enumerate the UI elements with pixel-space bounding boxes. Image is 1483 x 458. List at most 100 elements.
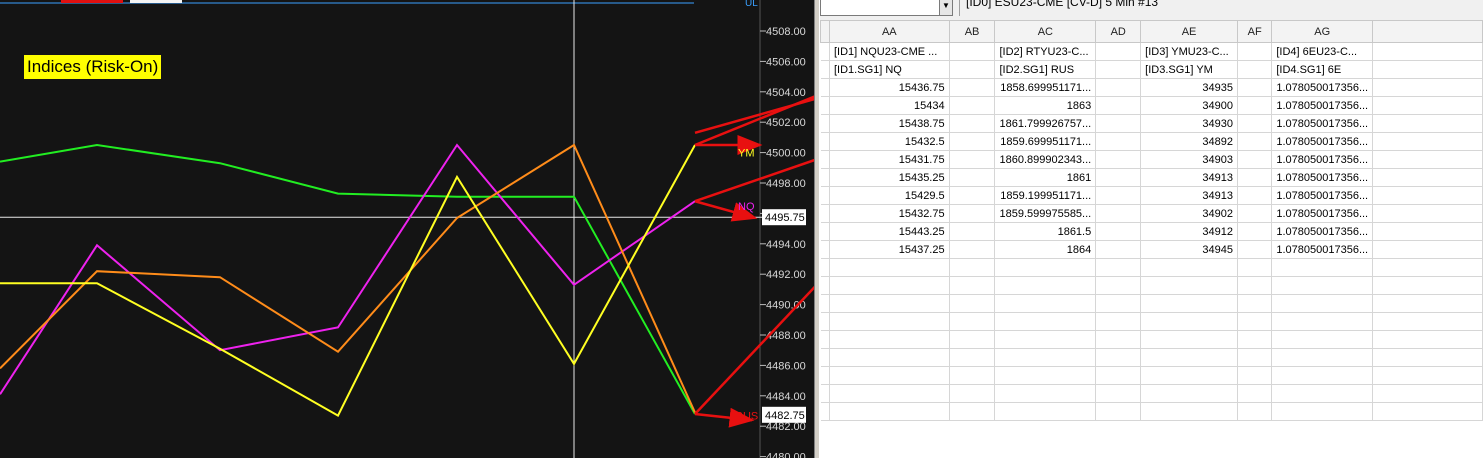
table-cell[interactable] — [1236, 42, 1273, 61]
formula-text[interactable]: [ID0] ESU23-CME [CV-D] 5 Min #13 — [966, 0, 1158, 8]
table-cell[interactable] — [1236, 204, 1273, 223]
table-cell[interactable] — [1095, 168, 1142, 187]
table-cell[interactable]: 1.078050017356... — [1271, 78, 1374, 97]
table-cell[interactable] — [829, 384, 950, 403]
table-cell[interactable]: 34945 — [1140, 240, 1238, 259]
table-cell[interactable] — [1372, 150, 1483, 169]
table-cell[interactable]: [ID3] YMU23-C... — [1140, 42, 1238, 61]
column-header-ac[interactable]: AC — [994, 20, 1097, 43]
table-cell[interactable] — [829, 258, 950, 277]
table-cell[interactable] — [829, 294, 950, 313]
table-cell[interactable] — [1236, 366, 1273, 385]
column-header-ae[interactable]: AE — [1140, 20, 1238, 43]
table-cell[interactable] — [1236, 114, 1273, 133]
column-header-ab[interactable]: AB — [948, 20, 996, 43]
table-cell[interactable] — [1095, 384, 1142, 403]
table-cell[interactable]: 1.078050017356... — [1271, 186, 1374, 205]
table-cell[interactable] — [1095, 276, 1142, 295]
table-cell[interactable] — [1095, 348, 1142, 367]
table-cell[interactable]: [ID4.SG1] 6E — [1271, 60, 1374, 79]
table-cell[interactable] — [994, 348, 1097, 367]
table-cell[interactable] — [1271, 384, 1374, 403]
table-cell[interactable]: [ID1] NQU23-CME ... — [829, 42, 950, 61]
table-cell[interactable] — [829, 366, 950, 385]
table-cell[interactable]: 34892 — [1140, 132, 1238, 151]
table-cell[interactable] — [948, 78, 996, 97]
table-cell[interactable] — [1372, 402, 1483, 421]
table-cell[interactable]: 34913 — [1140, 168, 1238, 187]
table-cell[interactable] — [1140, 312, 1238, 331]
table-cell[interactable] — [1372, 348, 1483, 367]
table-cell[interactable] — [948, 168, 996, 187]
table-cell[interactable] — [1372, 222, 1483, 241]
table-cell[interactable] — [1095, 402, 1142, 421]
table-cell[interactable] — [829, 402, 950, 421]
table-cell[interactable] — [1372, 132, 1483, 151]
table-cell[interactable] — [1095, 240, 1142, 259]
table-cell[interactable] — [994, 330, 1097, 349]
table-cell[interactable]: 15431.75 — [829, 150, 950, 169]
table-cell[interactable] — [1271, 258, 1374, 277]
table-cell[interactable] — [1236, 294, 1273, 313]
table-cell[interactable] — [948, 312, 996, 331]
table-cell[interactable] — [1095, 204, 1142, 223]
table-cell[interactable] — [1140, 402, 1238, 421]
table-cell[interactable] — [994, 366, 1097, 385]
table-cell[interactable] — [948, 186, 996, 205]
table-cell[interactable] — [1236, 168, 1273, 187]
table-cell[interactable] — [1236, 150, 1273, 169]
table-cell[interactable] — [829, 312, 950, 331]
table-cell[interactable] — [994, 384, 1097, 403]
table-cell[interactable]: 1861.799926757... — [994, 114, 1097, 133]
table-cell[interactable] — [1236, 186, 1273, 205]
table-cell[interactable] — [948, 222, 996, 241]
chevron-down-icon[interactable]: ▼ — [939, 0, 953, 16]
table-cell[interactable] — [1372, 60, 1483, 79]
cell-name-box[interactable] — [820, 0, 953, 16]
table-cell[interactable] — [1271, 348, 1374, 367]
table-cell[interactable] — [948, 150, 996, 169]
table-cell[interactable]: [ID2] RTYU23-C... — [994, 42, 1097, 61]
table-cell[interactable] — [948, 402, 996, 421]
table-cell[interactable] — [1372, 366, 1483, 385]
table-cell[interactable]: 15437.25 — [829, 240, 950, 259]
table-cell[interactable] — [1372, 384, 1483, 403]
column-header-aa[interactable]: AA — [829, 20, 950, 43]
table-cell[interactable] — [1236, 402, 1273, 421]
table-cell[interactable] — [1095, 78, 1142, 97]
table-cell[interactable] — [1372, 204, 1483, 223]
table-cell[interactable]: 15436.75 — [829, 78, 950, 97]
spreadsheet-panel[interactable]: ▼ [ID0] ESU23-CME [CV-D] 5 Min #13 AA AB A… — [820, 0, 1483, 458]
table-cell[interactable]: 34913 — [1140, 186, 1238, 205]
table-cell[interactable]: 34912 — [1140, 222, 1238, 241]
table-cell[interactable] — [1236, 384, 1273, 403]
table-cell[interactable]: 34903 — [1140, 150, 1238, 169]
table-cell[interactable] — [948, 348, 996, 367]
table-cell[interactable]: 15434 — [829, 96, 950, 115]
table-cell[interactable] — [829, 330, 950, 349]
table-cell[interactable]: 1.078050017356... — [1271, 96, 1374, 115]
table-cell[interactable] — [1140, 384, 1238, 403]
table-cell[interactable] — [1372, 96, 1483, 115]
table-cell[interactable] — [1140, 330, 1238, 349]
table-cell[interactable]: 1863 — [994, 96, 1097, 115]
column-header-ag[interactable]: AG — [1271, 20, 1374, 43]
table-cell[interactable] — [1095, 132, 1142, 151]
table-cell[interactable] — [829, 276, 950, 295]
table-cell[interactable] — [1140, 348, 1238, 367]
table-cell[interactable] — [1140, 276, 1238, 295]
table-cell[interactable] — [1372, 258, 1483, 277]
table-cell[interactable] — [1095, 258, 1142, 277]
table-cell[interactable]: [ID1.SG1] NQ — [829, 60, 950, 79]
table-cell[interactable] — [1236, 240, 1273, 259]
table-cell[interactable]: 1.078050017356... — [1271, 168, 1374, 187]
table-cell[interactable] — [1271, 276, 1374, 295]
table-cell[interactable] — [948, 60, 996, 79]
table-cell[interactable] — [1095, 366, 1142, 385]
table-cell[interactable] — [1095, 186, 1142, 205]
table-cell[interactable] — [994, 276, 1097, 295]
table-cell[interactable]: 34930 — [1140, 114, 1238, 133]
table-cell[interactable]: 34902 — [1140, 204, 1238, 223]
table-cell[interactable]: 1861 — [994, 168, 1097, 187]
table-cell[interactable] — [1372, 312, 1483, 331]
